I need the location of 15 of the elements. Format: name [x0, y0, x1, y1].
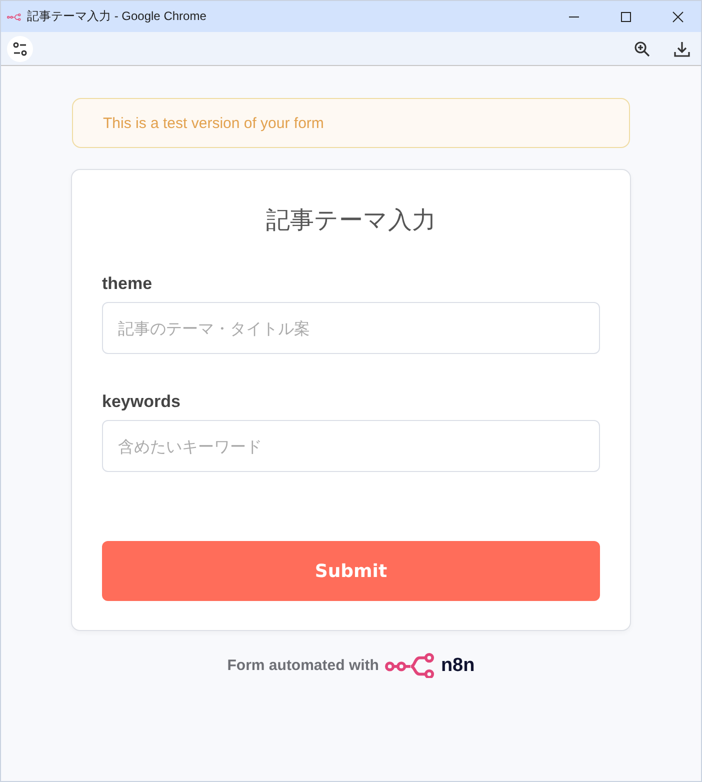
- banner-text: This is a test version of your form: [103, 114, 324, 132]
- n8n-logo-icon: [384, 653, 435, 678]
- maximize-icon[interactable]: [620, 10, 632, 22]
- input-field[interactable]: 記事のテーマ・タイトル案: [102, 302, 600, 354]
- field-label: keywords: [102, 392, 182, 412]
- form-title: 記事テーマ入力: [265, 205, 437, 236]
- field-label: theme: [102, 274, 154, 294]
- close-icon[interactable]: [672, 10, 684, 22]
- window-title: 記事テーマ入力 - Google Chrome: [27, 8, 208, 25]
- submit-button[interactable]: Submit: [102, 541, 600, 601]
- footer-text: Form automated with: [227, 657, 379, 674]
- input-field[interactable]: 含めたいキーワード: [102, 420, 600, 472]
- app-logo-icon: [7, 12, 21, 20]
- brand-name: n8n: [440, 654, 475, 676]
- site-settings-icon[interactable]: [7, 36, 33, 62]
